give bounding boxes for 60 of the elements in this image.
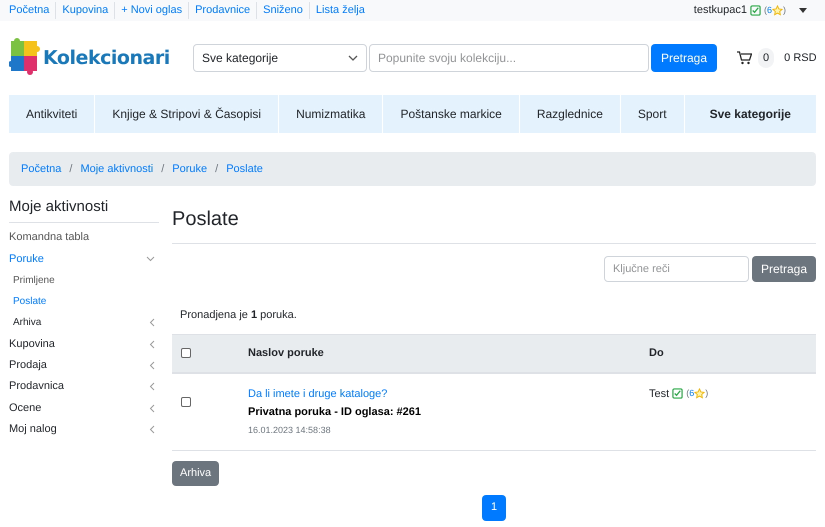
category-tab[interactable]: Sve kategorije	[684, 95, 816, 133]
category-tab[interactable]: Sport	[620, 95, 685, 133]
category-tab[interactable]: Razglednice	[520, 95, 621, 133]
star-icon	[772, 5, 783, 16]
logo-text[interactable]: Kolekcionari	[43, 44, 170, 72]
sidebar-item[interactable]: Ocene	[9, 400, 42, 416]
archive-button[interactable]: Arhiva	[172, 460, 220, 486]
search-field[interactable]: Popunite svoju kolekciju...	[369, 44, 649, 72]
username-link[interactable]: testkupac1	[694, 2, 747, 19]
rating-paren: (	[686, 387, 690, 400]
sidebar-item[interactable]: Poruke	[9, 250, 44, 268]
breadcrumb-separator: /	[215, 162, 218, 177]
message-detail: Privatna poruka - ID oglasa: #261	[248, 405, 422, 420]
category-tab[interactable]: Numizmatika	[279, 95, 384, 133]
keyword-field[interactable]: Ključne reči	[604, 256, 749, 282]
star-icon	[694, 388, 706, 400]
top-nav-link[interactable]: + Novi oglas	[114, 2, 188, 19]
cart-count: 0	[758, 48, 774, 68]
category-tab[interactable]: Antikviteti	[9, 95, 96, 133]
top-nav-link[interactable]: Početna	[3, 2, 56, 19]
puzzle-logo-icon	[9, 38, 41, 78]
rating-paren: )	[705, 387, 708, 400]
sidebar-item[interactable]: Primljene	[13, 272, 55, 288]
chevron-down-icon	[348, 55, 358, 61]
top-nav-link[interactable]: Lista želja	[308, 2, 371, 19]
breadcrumb-separator: /	[161, 162, 164, 177]
page-title: Poslate	[172, 204, 816, 244]
caret-icon[interactable]	[799, 8, 807, 13]
message-date: 16.01.2023 14:58:38	[248, 424, 331, 436]
category-tab[interactable]: Knjige & Stripovi & Časopisi	[95, 95, 280, 133]
checkbox[interactable]	[181, 348, 191, 358]
message-subject-link[interactable]: Da li imete i druge kataloge?	[248, 386, 388, 402]
sidebar-item[interactable]: Kupovina	[9, 336, 55, 352]
recipient-link[interactable]: Test	[649, 386, 670, 402]
search-button[interactable]: Pretraga	[752, 256, 816, 282]
top-nav-link[interactable]: Prodavnice	[188, 2, 256, 19]
rating-count: 6	[689, 387, 694, 400]
rating-paren: (	[764, 4, 767, 17]
sidebar-item[interactable]: Moj nalog	[9, 421, 57, 438]
sidebar-item[interactable]: Prodaja	[9, 357, 47, 374]
category-tab[interactable]: Poštanske markice	[383, 95, 520, 133]
page-button[interactable]: 1	[482, 494, 506, 520]
sidebar-item[interactable]: Prodavnica	[9, 378, 64, 395]
cart-icon[interactable]	[737, 51, 752, 65]
sidebar-item[interactable]: Komandna tabla	[9, 229, 90, 246]
category-select[interactable]: Sve kategorije	[193, 44, 367, 72]
checkbox[interactable]	[181, 396, 191, 406]
sidebar-title: Moje aktivnosti	[9, 196, 159, 223]
cart-total: 0 RSD	[784, 50, 817, 66]
top-nav-link[interactable]: Kupovina	[55, 2, 114, 19]
search-button[interactable]: Pretraga	[651, 44, 718, 72]
column-header: Naslov poruke	[248, 346, 325, 361]
rating-count: 6	[766, 4, 772, 17]
top-nav-link[interactable]: Sniženo	[256, 2, 309, 19]
breadcrumb-separator: /	[69, 162, 72, 177]
sidebar-item[interactable]: Poslate	[13, 294, 46, 310]
rating-paren: )	[783, 4, 786, 17]
result-count: Pronadjena je 1 poruka.	[180, 308, 298, 323]
column-header: Do	[649, 346, 665, 361]
sidebar-item[interactable]: Arhiva	[13, 315, 42, 330]
